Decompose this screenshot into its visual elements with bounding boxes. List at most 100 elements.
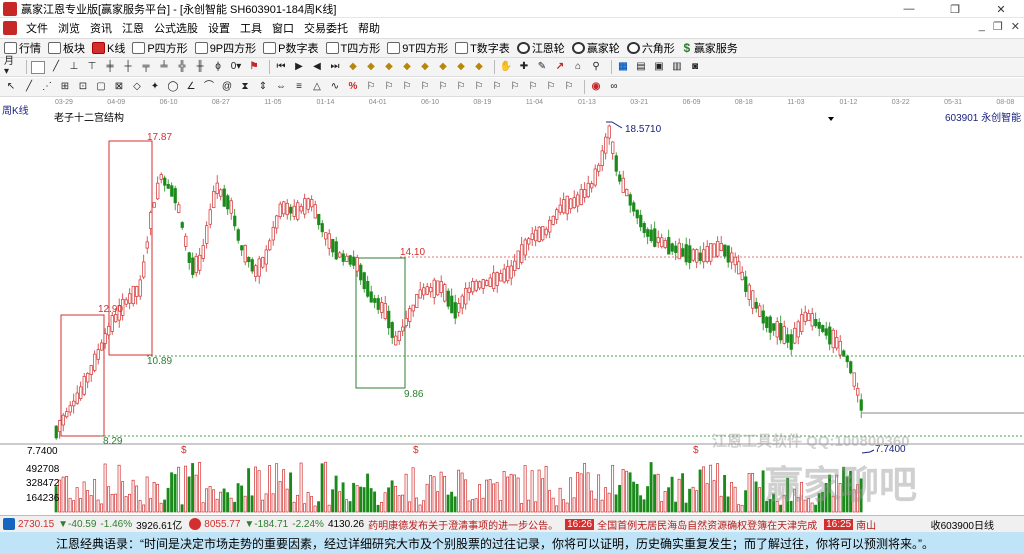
chart-icon[interactable]: ▤	[634, 61, 648, 74]
gann-mark2-icon[interactable]: ⚐	[382, 81, 396, 94]
search-icon[interactable]: ⚲	[589, 61, 603, 74]
grid-icon[interactable]	[31, 60, 45, 74]
calculator-icon[interactable]: ▦	[616, 61, 630, 74]
gann-mark7-icon[interactable]: ⚐	[472, 81, 486, 94]
table-icon[interactable]: ▥	[670, 61, 684, 74]
gann-star-icon[interactable]: ✦	[148, 81, 162, 94]
fan-icon[interactable]: ┼	[121, 61, 135, 74]
minimize-button[interactable]: —	[886, 0, 932, 18]
menu-browse[interactable]: 浏览	[53, 20, 85, 36]
mdi-close-button[interactable]: ✕	[1011, 20, 1020, 33]
diamond-icon-3[interactable]: ◆	[382, 61, 396, 74]
play-back-icon[interactable]: ▶	[292, 61, 306, 74]
toolbar-9p-square[interactable]: 9P四方形	[194, 40, 256, 56]
arrow-icon[interactable]: ↗	[553, 61, 567, 74]
diamond-icon-4[interactable]: ◆	[400, 61, 414, 74]
gann-diamond-icon[interactable]: ◇	[130, 81, 144, 94]
ray-icon[interactable]: ⊤	[85, 61, 99, 74]
gann-mark8-icon[interactable]: ⚐	[490, 81, 504, 94]
gann-range-icon[interactable]: ⇔	[274, 81, 288, 94]
level-icon[interactable]: ╧	[157, 61, 171, 74]
channel-icon[interactable]: ╪	[103, 61, 117, 74]
diamond-icon-2[interactable]: ◆	[364, 61, 378, 74]
news-item-2[interactable]: 全国首例无居民海岛自然资源确权登簿在天津完成	[597, 517, 817, 532]
kline-chart-area[interactable]: 03-29 04-09 06-10 08-27 11-05 01-14 04-01 06-10…	[0, 97, 1024, 515]
menu-formula[interactable]: 公式选股	[149, 20, 203, 36]
status-right-tag[interactable]: 收603900日线	[931, 517, 1024, 532]
slope-icon[interactable]: 0▾	[229, 61, 243, 74]
gann-percent-icon[interactable]: %	[346, 81, 360, 94]
mdi-minimize-button[interactable]: _	[979, 20, 985, 33]
sz-index[interactable]: 8055.77	[204, 519, 240, 530]
cross-icon[interactable]: ✚	[517, 61, 531, 74]
toolbar-sector[interactable]: 板块	[48, 40, 85, 56]
gann-mark3-icon[interactable]: ⚐	[400, 81, 414, 94]
menu-file[interactable]: 文件	[21, 20, 53, 36]
gann-spiral-icon[interactable]: @	[220, 81, 234, 94]
tag-icon[interactable]: ⌂	[571, 61, 585, 74]
app-menu-icon[interactable]	[3, 20, 17, 35]
gann-wave-icon[interactable]: ∿	[328, 81, 342, 94]
toolbar-gann-wheel[interactable]: 江恩轮	[516, 40, 565, 56]
gann-line-icon[interactable]: ╱	[22, 81, 36, 94]
news-item-3[interactable]: 南山	[856, 517, 876, 532]
arc-icon[interactable]: ╤	[139, 61, 153, 74]
gann-mark5-icon[interactable]: ⚐	[436, 81, 450, 94]
diamond-icon-8[interactable]: ◆	[472, 61, 486, 74]
play-end-icon[interactable]: ⏭	[328, 61, 342, 74]
sh-index[interactable]: 2730.15	[18, 519, 54, 530]
gann-arc-icon[interactable]: ⌒	[202, 81, 216, 94]
mark-icon[interactable]: ϕ	[211, 61, 225, 74]
play-left-icon[interactable]: ◀	[310, 61, 324, 74]
toolbar-p-table[interactable]: P数字表	[263, 40, 319, 56]
toolbar-9t-square[interactable]: 9T四方形	[387, 40, 448, 56]
gann-time-icon[interactable]: ⧗	[238, 81, 252, 94]
news-item-1[interactable]: 药明康德发布关于澄清事项的进一步公告。	[368, 517, 558, 532]
gann-mark10-icon[interactable]: ⚐	[526, 81, 540, 94]
period-dropdown-icon[interactable]: 月▾	[4, 57, 18, 77]
gann-mark12-icon[interactable]: ⚐	[562, 81, 576, 94]
toolbar-kline[interactable]: K线	[92, 40, 125, 56]
gann-mark4-icon[interactable]: ⚐	[418, 81, 432, 94]
hand-icon[interactable]: ✋	[499, 61, 513, 74]
gann-angle-icon[interactable]: ∠	[184, 81, 198, 94]
toolbar-service[interactable]: 赢家服务	[682, 40, 738, 56]
gann-cross-icon[interactable]: ⊠	[112, 81, 126, 94]
gann-circle-icon[interactable]: ◯	[166, 81, 180, 94]
toolbar-t-square[interactable]: T四方形	[325, 40, 380, 56]
save-icon[interactable]: ▣	[652, 61, 666, 74]
toolbar-hexagon[interactable]: 六角形	[626, 40, 675, 56]
menu-tools[interactable]: 工具	[235, 20, 267, 36]
mdi-restore-button[interactable]: ❐	[993, 20, 1003, 33]
diamond-icon-7[interactable]: ◆	[454, 61, 468, 74]
toolbar-t-table[interactable]: T数字表	[455, 40, 510, 56]
diamond-icon-5[interactable]: ◆	[418, 61, 432, 74]
gann-price-icon[interactable]: ⇕	[256, 81, 270, 94]
menu-settings[interactable]: 设置	[203, 20, 235, 36]
menu-info[interactable]: 资讯	[85, 20, 117, 36]
play-start-icon[interactable]: ⏮	[274, 61, 288, 74]
diamond-icon-6[interactable]: ◆	[436, 61, 450, 74]
gann-grid-icon[interactable]: ⊞	[58, 81, 72, 94]
gann-triangle-icon[interactable]: △	[310, 81, 324, 94]
toolbar-p-square[interactable]: P四方形	[132, 40, 188, 56]
pencil-icon[interactable]: ✎	[535, 61, 549, 74]
dropdown-triangle-icon[interactable]	[828, 117, 834, 121]
menu-gann[interactable]: 江恩	[117, 20, 149, 36]
menu-trade[interactable]: 交易委托	[299, 20, 353, 36]
gann-box-icon[interactable]: ⊡	[76, 81, 90, 94]
flag-icon[interactable]: ⚑	[247, 61, 261, 74]
cycle-icon[interactable]: ╫	[193, 61, 207, 74]
gann-mark9-icon[interactable]: ⚐	[508, 81, 522, 94]
kline-chart[interactable]: 03-29 04-09 06-10 08-27 11-05 01-14 04-01 06-10…	[0, 97, 1024, 515]
menu-help[interactable]: 帮助	[353, 20, 385, 36]
toolbar-quote[interactable]: 行情	[4, 40, 41, 56]
gann-mark11-icon[interactable]: ⚐	[544, 81, 558, 94]
menu-window[interactable]: 窗口	[267, 20, 299, 36]
infinity-icon[interactable]: ∞	[607, 81, 621, 94]
line-draw-icon[interactable]: ╱	[49, 61, 63, 74]
restore-button[interactable]: ❐	[932, 0, 978, 18]
cursor-icon[interactable]: ↖	[4, 81, 18, 94]
segment-icon[interactable]: ⊥	[67, 61, 81, 74]
gann-square-icon[interactable]: ▢	[94, 81, 108, 94]
